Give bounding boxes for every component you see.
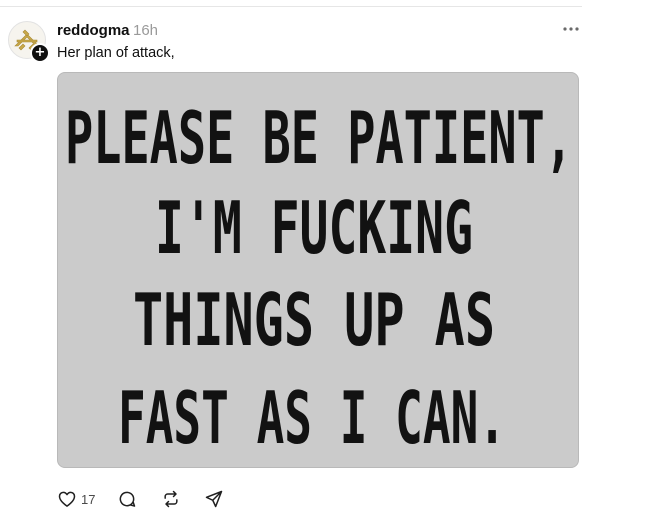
comment-icon bbox=[119, 491, 136, 507]
more-icon bbox=[563, 27, 579, 31]
meme-line-2: I'M FUCKING bbox=[155, 186, 473, 270]
repost-icon bbox=[164, 490, 178, 508]
top-divider bbox=[0, 6, 582, 7]
post-caption: Her plan of attack, bbox=[57, 45, 175, 61]
meme-image-text: PLEASE BE PATIENT, I'M FUCKING THINGS UP… bbox=[65, 96, 573, 460]
post-image[interactable]: PLEASE BE PATIENT, I'M FUCKING THINGS UP… bbox=[57, 72, 579, 468]
follow-badge-button[interactable]: + bbox=[30, 43, 50, 63]
meme-line-4: FAST AS I CAN. bbox=[118, 376, 506, 460]
heart-icon bbox=[58, 491, 76, 507]
timestamp[interactable]: 16h bbox=[133, 22, 158, 39]
username[interactable]: reddogma bbox=[57, 22, 130, 39]
share-icon bbox=[205, 490, 223, 508]
repost-button[interactable] bbox=[161, 488, 181, 510]
meme-line-3: THINGS UP AS bbox=[133, 278, 495, 362]
meme-line-1: PLEASE BE PATIENT, bbox=[65, 96, 573, 180]
more-options-button[interactable] bbox=[559, 19, 583, 39]
like-button[interactable]: 17 bbox=[57, 488, 95, 510]
share-button[interactable] bbox=[204, 488, 224, 510]
comment-button[interactable] bbox=[117, 488, 137, 510]
like-count: 17 bbox=[81, 491, 96, 507]
